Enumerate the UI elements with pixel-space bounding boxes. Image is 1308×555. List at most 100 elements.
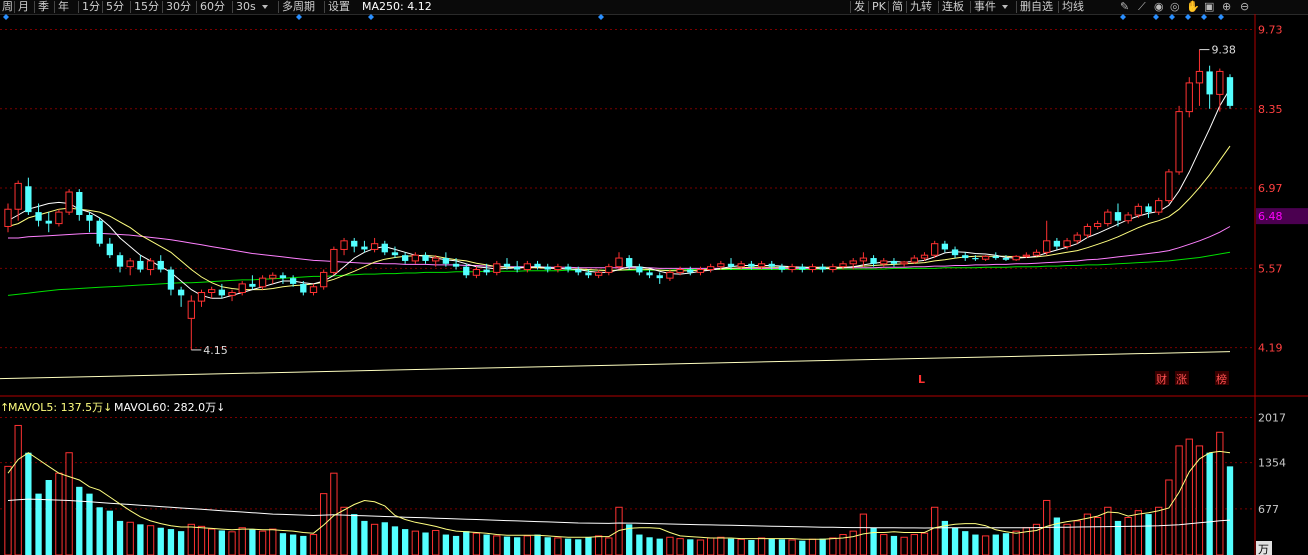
candle — [76, 189, 83, 221]
candle — [493, 260, 501, 276]
volume-bar — [890, 535, 898, 555]
volume-bar — [1216, 431, 1224, 555]
candle — [615, 252, 623, 270]
candle — [1216, 68, 1224, 112]
volume-bar — [981, 535, 990, 555]
candle-body — [1195, 70, 1204, 84]
candle — [422, 252, 429, 264]
volume-bar — [554, 537, 562, 555]
volume-bar — [1073, 520, 1081, 555]
volume-bar — [218, 530, 226, 555]
candle — [25, 177, 32, 215]
volume-bar — [289, 534, 297, 555]
candle-body — [1124, 214, 1132, 222]
candle-body — [839, 263, 847, 268]
candle — [4, 203, 12, 233]
candle — [910, 255, 918, 264]
candle-body — [1022, 254, 1030, 257]
volume-bar — [96, 507, 103, 555]
candle — [981, 255, 990, 261]
volume-bar — [351, 514, 358, 555]
candle-body — [14, 182, 22, 210]
volume-bar — [900, 536, 908, 555]
candle-body — [1002, 258, 1010, 260]
candle — [340, 237, 348, 256]
candle-body — [55, 211, 63, 225]
volume-bar — [687, 539, 694, 555]
candle-body — [900, 261, 908, 265]
candle — [656, 272, 663, 284]
candle-body — [442, 258, 450, 264]
candle — [666, 269, 674, 282]
volume-bar — [1155, 506, 1163, 555]
candle-body — [472, 269, 481, 276]
candle-body — [1104, 211, 1112, 225]
candle — [137, 255, 144, 273]
volume-bar — [656, 538, 663, 555]
price-tick-label: 6.97 — [1258, 182, 1283, 195]
volume-bar — [748, 540, 755, 555]
event-marker-icon — [598, 14, 604, 20]
candle-body — [951, 249, 959, 256]
volume-bar — [737, 538, 745, 555]
candle-body — [920, 254, 929, 259]
candle-body — [808, 266, 817, 271]
volume-bar — [666, 536, 674, 555]
candle-body — [676, 269, 684, 273]
volume-bar — [534, 534, 541, 555]
event-marker-icon — [3, 14, 9, 20]
volume-bar — [1032, 523, 1041, 555]
candle-body — [197, 292, 206, 302]
volume-bar — [238, 527, 246, 555]
candle — [116, 252, 124, 273]
candle — [788, 263, 796, 273]
candle — [370, 237, 379, 253]
candle-body — [289, 278, 297, 284]
candle-body — [340, 240, 348, 250]
candle — [330, 246, 338, 276]
candle-body — [208, 289, 216, 294]
candle — [361, 240, 368, 253]
price-tick-label: 8.35 — [1258, 103, 1283, 116]
candle-body — [401, 255, 409, 261]
volume-bar — [799, 540, 806, 555]
candle — [1226, 74, 1234, 109]
candle — [249, 275, 256, 290]
volume-bar — [788, 539, 796, 555]
volume-bar — [646, 537, 653, 555]
candle — [228, 289, 236, 302]
candle-body — [1012, 255, 1020, 261]
candle — [269, 272, 277, 284]
event-marker-icon — [1169, 14, 1175, 20]
volume-bar — [309, 534, 318, 555]
candle — [167, 266, 175, 296]
candle-body — [106, 243, 113, 256]
candle — [309, 283, 318, 296]
candle — [706, 263, 715, 273]
volume-bar — [483, 534, 490, 555]
candle-body — [523, 263, 532, 271]
volume-bar — [727, 538, 735, 555]
volume-bar — [279, 533, 287, 555]
candle-body — [666, 271, 674, 279]
candle-body — [483, 269, 490, 273]
volume-bar — [116, 520, 124, 555]
volume-bar — [208, 528, 216, 555]
volume-bar — [757, 537, 766, 555]
volume-bar — [1165, 479, 1173, 555]
volume-bar — [86, 493, 93, 555]
candle-body — [941, 243, 949, 250]
volume-bar — [472, 532, 481, 555]
candle — [646, 269, 653, 279]
volume-bar — [269, 528, 277, 555]
candle — [1012, 255, 1020, 261]
volume-bar — [1002, 533, 1010, 555]
candle-body — [96, 220, 103, 244]
volume-bar — [696, 539, 705, 555]
candle-body — [361, 246, 368, 250]
candle-body — [1063, 240, 1071, 248]
volume-bar — [676, 538, 684, 555]
candle-body — [1226, 77, 1234, 106]
candle-body — [493, 263, 501, 273]
candle — [941, 240, 949, 253]
